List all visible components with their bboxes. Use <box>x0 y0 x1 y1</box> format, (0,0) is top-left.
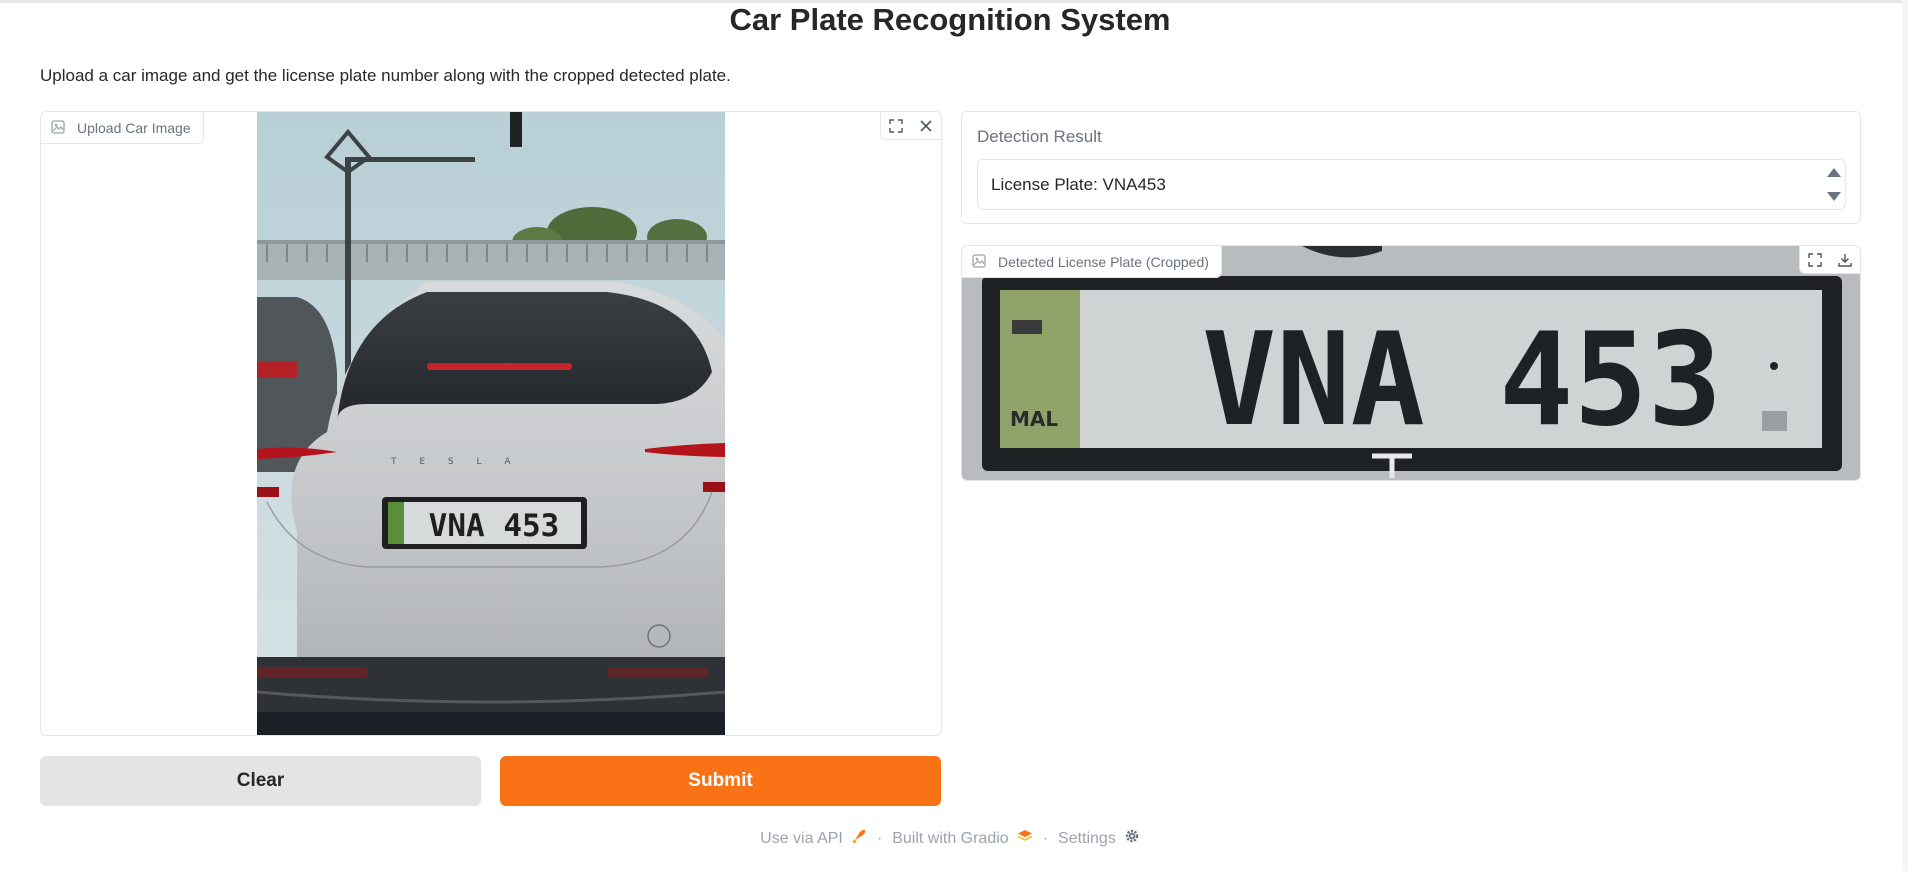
upload-panel-toolbar <box>880 112 941 140</box>
svg-text:MAL: MAL <box>1010 407 1058 431</box>
submit-button[interactable]: Submit <box>500 756 941 806</box>
gradio-logo-icon <box>1017 829 1033 848</box>
svg-text:VNA 453: VNA 453 <box>1202 306 1722 455</box>
detection-result-textbox[interactable]: License Plate: VNA453 <box>977 159 1846 210</box>
download-icon <box>1838 254 1852 267</box>
footer-separator: · <box>876 829 883 847</box>
image-icon <box>51 119 67 136</box>
page-scrollbar[interactable] <box>1902 0 1908 871</box>
upload-panel-label-text: Upload Car Image <box>77 119 191 136</box>
upload-image-panel[interactable]: Upload Car Image T E S L A VNA 453 <box>40 111 942 736</box>
fullscreen-button[interactable] <box>881 112 911 140</box>
gear-icon <box>1124 828 1140 849</box>
clear-image-button[interactable] <box>911 112 941 140</box>
clear-button[interactable]: Clear <box>40 756 481 806</box>
detection-result-label: Detection Result <box>977 127 1102 146</box>
svg-text:T E S L A: T E S L A <box>390 457 521 467</box>
cropped-plate-panel: MAL VNA 453 Detected License Plate (Crop… <box>961 245 1861 481</box>
svg-text:VNA 453: VNA 453 <box>429 508 560 544</box>
upload-panel-label: Upload Car Image <box>41 112 204 144</box>
use-via-api-label: Use via API <box>760 829 843 847</box>
settings-label: Settings <box>1058 829 1116 847</box>
use-via-api-link[interactable]: Use via API <box>760 828 867 849</box>
fullscreen-icon <box>889 119 903 133</box>
footer-separator: · <box>1042 829 1049 847</box>
page-title: Car Plate Recognition System <box>729 2 1171 37</box>
footer: Use via API · Built with Gradio · Settin… <box>0 828 1900 849</box>
download-button[interactable] <box>1830 246 1860 274</box>
cropped-panel-toolbar <box>1799 246 1860 274</box>
image-icon <box>972 253 988 270</box>
detection-result-panel: Detection Result License Plate: VNA453 <box>961 111 1861 224</box>
detection-result-value: License Plate: VNA453 <box>991 175 1166 194</box>
scroll-up-arrow-icon[interactable] <box>1827 168 1841 177</box>
built-with-gradio-label: Built with Gradio <box>892 829 1009 847</box>
built-with-gradio-link[interactable]: Built with Gradio <box>892 829 1033 848</box>
cropped-plate-label: Detected License Plate (Cropped) <box>962 246 1222 278</box>
uploaded-car-image: T E S L A VNA 453 <box>257 112 725 735</box>
rocket-icon <box>851 828 867 849</box>
cropped-plate-label-text: Detected License Plate (Cropped) <box>998 253 1209 270</box>
page-description: Upload a car image and get the license p… <box>40 66 731 85</box>
close-icon <box>920 120 932 132</box>
fullscreen-icon <box>1808 253 1822 267</box>
settings-link[interactable]: Settings <box>1058 828 1140 849</box>
fullscreen-button[interactable] <box>1800 246 1830 274</box>
cropped-plate-image: MAL VNA 453 <box>962 246 1860 480</box>
scroll-down-arrow-icon[interactable] <box>1827 192 1841 201</box>
